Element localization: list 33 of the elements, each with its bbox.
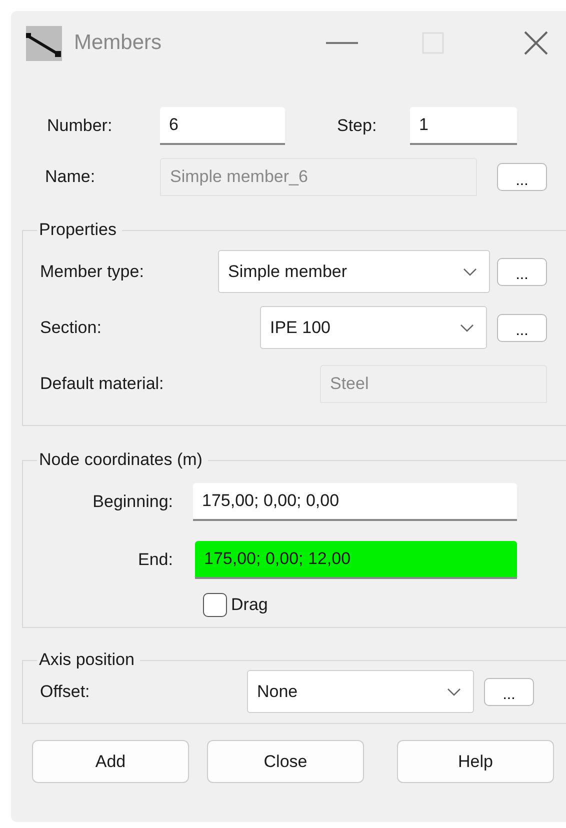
number-field[interactable]: 6 <box>160 106 285 144</box>
group-title: Axis position <box>38 650 136 670</box>
beginning-field[interactable]: 175,00; 0,00; 0,00 <box>193 483 517 521</box>
member-type-dropdown[interactable]: Simple member <box>218 250 490 293</box>
offset-dropdown[interactable]: None <box>247 670 474 713</box>
caret-icon <box>463 268 477 276</box>
member-type-label: Member type: <box>40 262 145 282</box>
browse-button[interactable]: ... <box>497 258 547 286</box>
drag-label: Drag <box>231 595 268 615</box>
close-icon[interactable] <box>524 31 548 55</box>
browse-button[interactable]: ... <box>484 678 534 706</box>
window-title: Members <box>74 31 163 55</box>
step-label: Step: <box>337 116 378 136</box>
end-field[interactable]: 175,00; 0,00; 12,00 <box>195 541 517 579</box>
group-title: Node coordinates (m) <box>38 450 204 470</box>
section-dropdown[interactable]: IPE 100 <box>260 306 487 349</box>
section-label: Section: <box>40 318 102 338</box>
offset-label: Offset: <box>40 682 91 702</box>
end-label: End: <box>137 550 173 570</box>
step-field[interactable]: 1 <box>410 106 517 144</box>
name-label: Name: <box>45 167 96 187</box>
number-label: Number: <box>47 116 114 136</box>
browse-button[interactable]: ... <box>497 314 547 342</box>
caret-icon <box>460 324 474 332</box>
beginning-label: Beginning: <box>92 492 173 512</box>
group-title: Properties <box>38 220 118 240</box>
default-material-label: Default material: <box>40 374 165 394</box>
caret-icon <box>447 688 461 696</box>
dialog-button[interactable]: Close <box>207 740 364 783</box>
minimize-icon[interactable] <box>326 42 358 44</box>
dialog-button[interactable]: Add <box>32 740 189 783</box>
dialog-button[interactable]: Help <box>397 740 554 783</box>
drag-checkbox[interactable] <box>203 593 227 617</box>
